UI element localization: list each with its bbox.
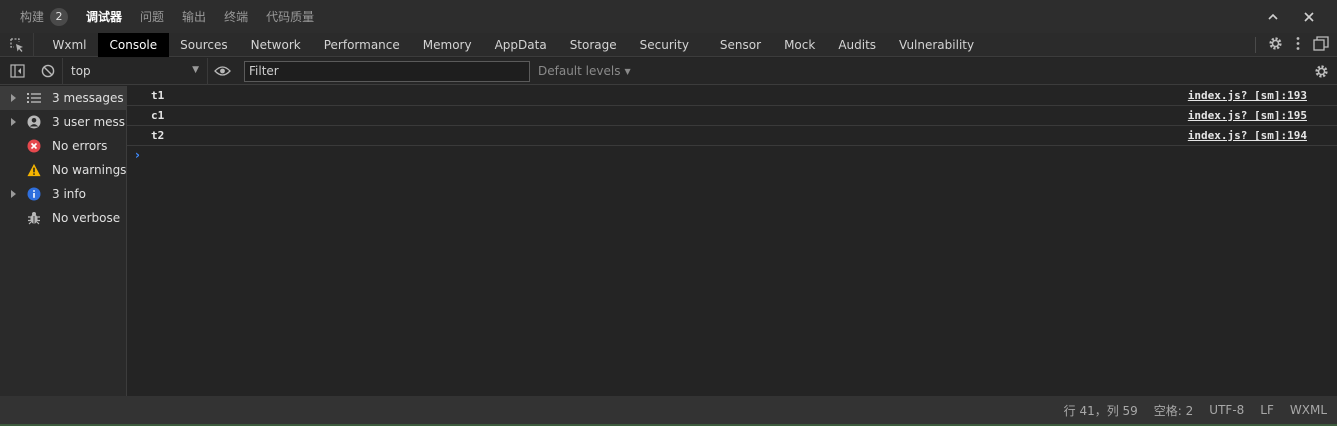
console-messages: t1 index.js? [sm]:193 c1 index.js? [sm]:…	[127, 86, 1337, 396]
tab-memory[interactable]: Memory	[411, 33, 483, 57]
tab-storage[interactable]: Storage	[558, 33, 628, 57]
sidebar-item-info[interactable]: 3 info	[0, 182, 126, 206]
gear-icon[interactable]	[1268, 36, 1283, 54]
sidebar-item-label: No warnings	[52, 163, 126, 177]
tab-sensor[interactable]: Sensor	[708, 33, 772, 57]
console-message: t2 index.js? [sm]:194	[127, 126, 1337, 146]
panel-window-controls	[1263, 0, 1319, 33]
context-selector[interactable]: top ▼	[62, 57, 208, 85]
line-ending[interactable]: LF	[1260, 403, 1274, 417]
message-text: t1	[151, 89, 165, 102]
panel-tab-bar: 构建 2 调试器 问题 输出 终端 代码质量	[0, 0, 1337, 33]
tab-mock[interactable]: Mock	[773, 33, 827, 57]
toggle-sidebar-icon[interactable]	[0, 58, 34, 85]
message-source-link[interactable]: index.js? [sm]:193	[1188, 89, 1307, 102]
sidebar-item-messages[interactable]: 3 messages	[0, 86, 126, 110]
caret-down-icon: ▼	[192, 64, 199, 75]
inspect-element-icon[interactable]	[0, 32, 34, 57]
tab-vulnerability[interactable]: Vulnerability	[888, 33, 986, 57]
indentation[interactable]: 空格: 2	[1154, 402, 1194, 419]
sidebar-item-label: 3 user mess...	[52, 115, 126, 129]
console-toolbar: top ▼ Default levels ▼	[0, 57, 1337, 85]
tab-sources[interactable]: Sources	[169, 33, 239, 57]
status-bar: 行 41，列 59 空格: 2 UTF-8 LF WXML	[0, 396, 1337, 424]
eye-icon[interactable]	[208, 58, 236, 85]
divider	[1255, 37, 1256, 53]
context-value: top	[71, 64, 91, 78]
tab-output[interactable]: 输出	[173, 0, 215, 33]
console-message: t1 index.js? [sm]:193	[127, 86, 1337, 106]
tab-build[interactable]: 构建 2	[0, 0, 77, 33]
console-message: c1 index.js? [sm]:195	[127, 106, 1337, 126]
tab-debugger[interactable]: 调试器	[77, 0, 131, 33]
user-icon	[27, 115, 41, 129]
language-mode[interactable]: WXML	[1290, 403, 1327, 417]
info-icon	[27, 187, 41, 201]
console-sidebar: 3 messages 3 user mess... No errors No w…	[0, 86, 127, 396]
tab-wxml[interactable]: Wxml	[41, 33, 98, 57]
tab-security[interactable]: Security	[628, 33, 700, 57]
caret-down-icon: ▼	[624, 66, 631, 76]
log-levels-dropdown[interactable]: Default levels ▼	[538, 64, 631, 78]
sidebar-item-label: No errors	[52, 139, 108, 153]
sidebar-item-user-messages[interactable]: 3 user mess...	[0, 110, 126, 134]
console-prompt[interactable]: ›	[135, 148, 140, 162]
tab-build-label: 构建	[20, 10, 45, 24]
sidebar-item-label: No verbose	[52, 211, 121, 225]
tab-terminal[interactable]: 终端	[215, 0, 257, 33]
tab-code-quality[interactable]: 代码质量	[257, 0, 323, 33]
sidebar-item-verbose[interactable]: No verbose	[0, 206, 126, 230]
message-source-link[interactable]: index.js? [sm]:195	[1188, 109, 1307, 122]
devtools-controls	[1255, 33, 1329, 57]
sidebar-item-label: 3 messages	[52, 91, 124, 105]
tab-audits[interactable]: Audits	[827, 33, 888, 57]
devtools-tab-bar: Wxml Console Sources Network Performance Memo…	[0, 32, 1337, 57]
expand-arrow-icon[interactable]	[11, 94, 16, 102]
devtools-window: 构建 2 调试器 问题 输出 终端 代码质量 Wxml Console Source…	[0, 0, 1337, 426]
chevron-up-icon[interactable]	[1263, 7, 1283, 27]
message-text: t2	[151, 129, 165, 142]
bug-icon	[27, 211, 41, 225]
message-source-link[interactable]: index.js? [sm]:194	[1188, 129, 1307, 142]
message-text: c1	[151, 109, 165, 122]
tab-console[interactable]: Console	[98, 32, 169, 57]
warning-icon	[27, 163, 41, 177]
list-icon	[27, 91, 41, 105]
devtools-tabs: Wxml Console Sources Network Performance Memo…	[34, 32, 986, 57]
close-icon[interactable]	[1299, 7, 1319, 27]
undock-icon[interactable]	[1313, 36, 1329, 54]
tab-appdata[interactable]: AppData	[483, 33, 558, 57]
sidebar-item-label: 3 info	[52, 187, 86, 201]
log-levels-label: Default levels	[538, 64, 621, 78]
clear-console-icon[interactable]	[34, 58, 62, 85]
tab-performance[interactable]: Performance	[312, 33, 411, 57]
sidebar-item-errors[interactable]: No errors	[0, 134, 126, 158]
encoding[interactable]: UTF-8	[1209, 403, 1244, 417]
console-settings-icon[interactable]	[1314, 58, 1329, 85]
filter-input[interactable]	[244, 60, 530, 82]
more-vertical-icon[interactable]	[1295, 36, 1301, 54]
error-icon	[27, 139, 41, 153]
cursor-position[interactable]: 行 41，列 59	[1064, 402, 1138, 419]
tab-problems[interactable]: 问题	[131, 0, 173, 33]
build-count-badge: 2	[50, 7, 69, 26]
expand-arrow-icon[interactable]	[11, 118, 16, 126]
tab-network[interactable]: Network	[239, 33, 312, 57]
sidebar-item-warnings[interactable]: No warnings	[0, 158, 126, 182]
expand-arrow-icon[interactable]	[11, 190, 16, 198]
